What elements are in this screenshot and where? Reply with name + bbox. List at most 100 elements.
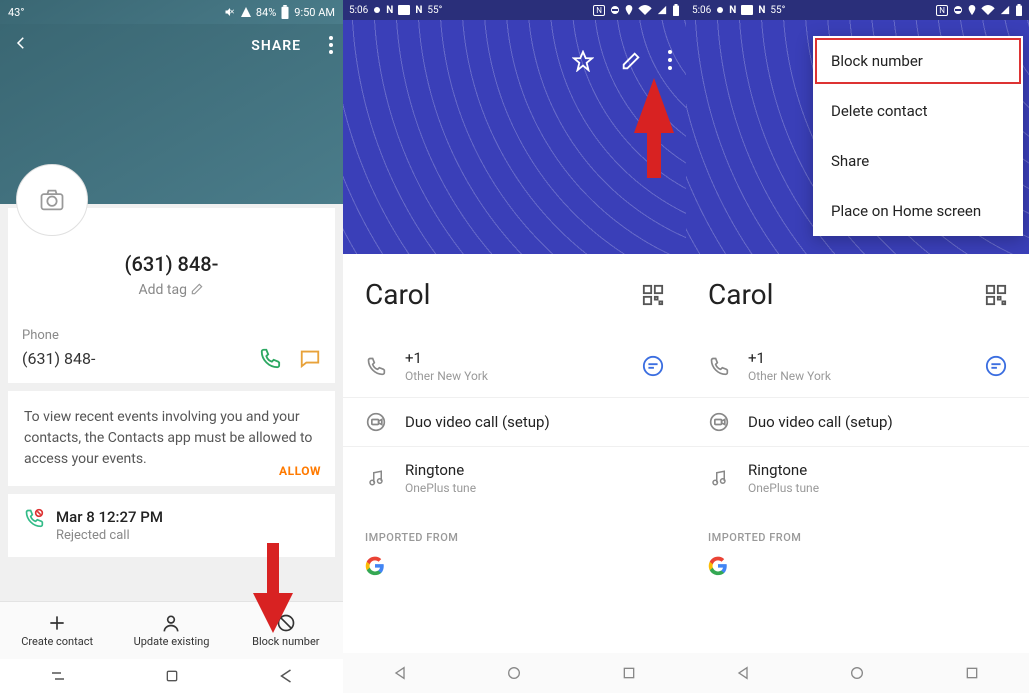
contact-number: (631) 848-: [22, 252, 321, 276]
nav-recents-icon[interactable]: [964, 665, 980, 681]
more-vert-icon[interactable]: [668, 50, 672, 70]
music-note-icon: [367, 469, 385, 487]
panel-oneplus-contact-menu: 5:06 N N 55° N Block number Delete conta…: [686, 0, 1029, 693]
status-battery: 84%: [256, 6, 276, 19]
nfc-icon: N: [593, 5, 605, 16]
menu-place-home[interactable]: Place on Home screen: [813, 186, 1023, 236]
panel-oneplus-contact: 5:06 N N 55° N Carol: [343, 0, 686, 693]
contact-name: Carol: [365, 278, 642, 311]
nav-back-icon[interactable]: [392, 665, 408, 681]
phone-section: Phone (631) 848-: [22, 328, 321, 369]
google-icon: [365, 556, 385, 576]
nav-back-icon[interactable]: [735, 665, 751, 681]
phone-number: +1: [748, 349, 967, 367]
status-temp: 43°: [8, 6, 24, 19]
status-time: 5:06: [349, 5, 368, 16]
signal-icon: [240, 6, 252, 18]
status-bar: 43° 84% 9:50 AM: [0, 0, 343, 24]
system-nav: [686, 653, 1029, 693]
nav-recents-icon[interactable]: [621, 665, 637, 681]
call-icon[interactable]: [259, 347, 281, 369]
nav-home-icon[interactable]: [164, 668, 180, 684]
ringtone-label: Ringtone: [748, 461, 1007, 479]
chevron-left-icon: [12, 34, 30, 52]
phone-number: +1: [405, 349, 624, 367]
duo-label: Duo video call (setup): [405, 413, 664, 431]
status-right: 84% 9:50 AM: [224, 5, 335, 19]
n-icon: N: [729, 5, 736, 16]
share-button[interactable]: SHARE: [251, 38, 301, 54]
ringtone-label: Ringtone: [405, 461, 664, 479]
update-existing-button[interactable]: Update existing: [114, 602, 228, 659]
imported-from-label: IMPORTED FROM: [343, 509, 686, 552]
battery-icon: [1015, 4, 1023, 16]
star-icon[interactable]: [572, 50, 594, 72]
signal-icon: [657, 5, 667, 15]
google-source: [686, 552, 1029, 596]
menu-delete-contact[interactable]: Delete contact: [813, 86, 1023, 136]
duo-row[interactable]: Duo video call (setup): [343, 398, 686, 447]
name-row: Carol: [686, 254, 1029, 335]
ringtone-row[interactable]: Ringtone OnePlus tune: [343, 447, 686, 509]
annotation-arrow: [253, 543, 293, 633]
signal-icon: [1000, 5, 1010, 15]
add-tag[interactable]: Add tag: [22, 282, 321, 298]
qr-icon[interactable]: [985, 284, 1007, 306]
status-bar: 5:06 N N 55° N: [686, 0, 1029, 20]
status-bar: 5:06 N N 55° N: [343, 0, 686, 20]
duo-label: Duo video call (setup): [748, 413, 1007, 431]
avatar[interactable]: [16, 164, 88, 236]
plus-icon: [47, 613, 67, 633]
more-vert-icon: [329, 36, 333, 54]
video-icon: [366, 412, 386, 432]
status-time: 9:50 AM: [294, 6, 335, 19]
more-button[interactable]: [329, 36, 333, 54]
back-button[interactable]: [12, 34, 30, 52]
ringtone-sublabel: OnePlus tune: [405, 481, 664, 495]
dot-icon: [373, 6, 381, 14]
recent-time: Mar 8 12:27 PM: [56, 508, 163, 526]
phone-icon: [709, 356, 729, 376]
duo-row[interactable]: Duo video call (setup): [686, 398, 1029, 447]
phone-icon: [366, 356, 386, 376]
contact-header: SHARE: [0, 24, 343, 204]
events-text: To view recent events involving you and …: [24, 409, 312, 467]
nav-home-icon[interactable]: [849, 665, 865, 681]
nav-home-icon[interactable]: [506, 665, 522, 681]
menu-block-number[interactable]: Block number: [813, 36, 1023, 86]
video-icon: [709, 412, 729, 432]
wifi-icon: [981, 5, 995, 15]
status-time: 5:06: [692, 5, 711, 16]
n-icon-2: N: [758, 5, 765, 16]
camera-icon: [38, 186, 66, 214]
phone-sublabel: Other New York: [748, 369, 967, 383]
ringtone-row[interactable]: Ringtone OnePlus tune: [686, 447, 1029, 509]
menu-share[interactable]: Share: [813, 136, 1023, 186]
edit-icon[interactable]: [620, 50, 642, 72]
mute-icon: [224, 6, 236, 18]
nav-recents-icon[interactable]: [49, 667, 67, 685]
overflow-menu: Block number Delete contact Share Place …: [813, 36, 1023, 236]
phone-label: Phone: [22, 328, 321, 343]
dnd-icon: [953, 5, 963, 15]
nav-back-icon[interactable]: [277, 667, 295, 685]
panel-samsung-contact: 43° 84% 9:50 AM SHARE (631) 848- Add tag…: [0, 0, 343, 693]
message-circle-icon[interactable]: [985, 355, 1007, 377]
phone-row[interactable]: +1 Other New York: [343, 335, 686, 398]
create-contact-button[interactable]: Create contact: [0, 602, 114, 659]
rejected-call-icon: [24, 508, 44, 528]
qr-icon[interactable]: [642, 284, 664, 306]
allow-button[interactable]: ALLOW: [279, 462, 321, 480]
phone-sublabel: Other New York: [405, 369, 624, 383]
phone-row[interactable]: +1 Other New York: [686, 335, 1029, 398]
message-icon[interactable]: [299, 347, 321, 369]
imported-from-label: IMPORTED FROM: [686, 509, 1029, 552]
google-source: [343, 552, 686, 596]
message-circle-icon[interactable]: [642, 355, 664, 377]
location-icon: [968, 5, 976, 15]
name-row: Carol: [343, 254, 686, 335]
annotation-arrow: [632, 78, 676, 178]
system-nav: [343, 653, 686, 693]
person-icon: [161, 613, 181, 633]
system-nav: [0, 659, 343, 693]
